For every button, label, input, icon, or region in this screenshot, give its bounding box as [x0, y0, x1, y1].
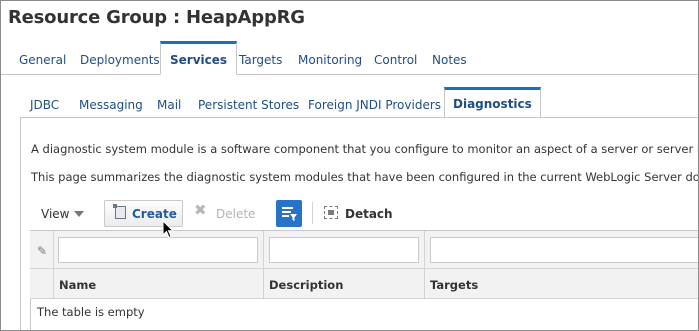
mouse-cursor-icon: [162, 220, 174, 239]
page-title: Resource Group : HeapAppRG: [8, 7, 305, 28]
tab-services[interactable]: Services: [160, 41, 238, 75]
view-menu[interactable]: View: [41, 207, 69, 221]
primary-tabs-divider: [1, 74, 698, 75]
pencil-icon: ✎: [37, 244, 48, 258]
subtab-mail[interactable]: Mail: [157, 98, 181, 112]
empty-table-message: The table is empty: [37, 305, 145, 319]
subtab-persistent-stores[interactable]: Persistent Stores: [198, 98, 299, 112]
description-filter-input[interactable]: [269, 237, 419, 263]
delete-x-icon: ✖: [194, 201, 207, 219]
tab-monitoring[interactable]: Monitoring: [298, 53, 362, 67]
tab-notes[interactable]: Notes: [432, 53, 467, 67]
subtab-diagnostics[interactable]: Diagnostics: [444, 87, 541, 117]
column-header-name[interactable]: Name: [59, 278, 96, 292]
filter-icon: [282, 207, 297, 221]
description-line-2: This page summarizes the diagnostic syst…: [31, 170, 699, 184]
query-by-example-button[interactable]: [276, 200, 302, 227]
column-header-targets[interactable]: Targets: [430, 278, 478, 292]
name-filter-input[interactable]: [58, 237, 258, 263]
detach-button[interactable]: Detach: [345, 207, 393, 221]
create-button-label[interactable]: Create: [132, 207, 177, 221]
new-document-icon: [113, 204, 126, 219]
tab-general[interactable]: General: [19, 53, 66, 67]
detach-icon: [324, 206, 338, 219]
subtab-jdbc[interactable]: JDBC: [30, 98, 59, 112]
subtab-foreign-jndi-providers[interactable]: Foreign JNDI Providers: [308, 98, 441, 112]
chevron-down-icon[interactable]: [74, 211, 84, 217]
table-header-row: [30, 269, 698, 299]
column-header-description[interactable]: Description: [269, 278, 343, 292]
resource-group-window: Resource Group : HeapAppRG General Deplo…: [0, 0, 699, 331]
tab-deployments[interactable]: Deployments: [80, 53, 160, 67]
toolbar-separator: [312, 202, 313, 224]
description-line-1: A diagnostic system module is a software…: [31, 142, 699, 156]
subtab-messaging[interactable]: Messaging: [79, 98, 143, 112]
tab-control[interactable]: Control: [374, 53, 417, 67]
column-divider: [263, 231, 264, 299]
column-divider: [53, 231, 54, 299]
delete-button[interactable]: Delete: [216, 207, 255, 221]
tab-targets[interactable]: Targets: [239, 53, 282, 67]
column-divider: [424, 231, 425, 299]
targets-filter-input[interactable]: [430, 237, 698, 263]
